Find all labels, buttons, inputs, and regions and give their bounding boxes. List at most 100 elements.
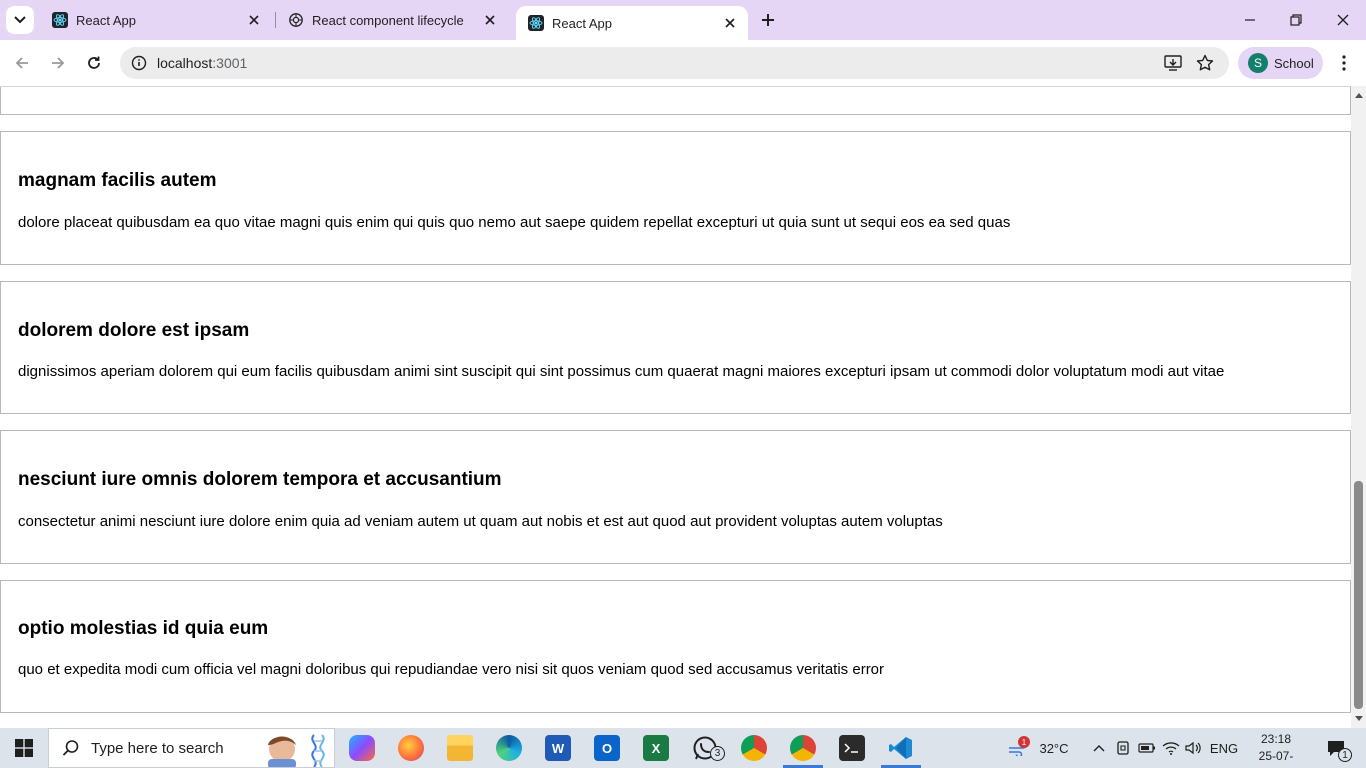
back-button[interactable] <box>8 49 36 77</box>
word-icon: W <box>545 735 571 761</box>
taskbar-vscode[interactable] <box>877 728 925 768</box>
clock-date: 25-07-2025 <box>1258 749 1294 768</box>
react-icon <box>52 12 68 28</box>
avatar: S <box>1248 53 1268 73</box>
network-tray[interactable] <box>1161 728 1181 768</box>
tab-react-app-1[interactable]: React App <box>40 0 272 40</box>
chrome-icon <box>741 735 767 761</box>
taskbar-outlook[interactable]: O <box>583 728 631 768</box>
windows-taskbar: Type here to search W O X 3 1 32°C ENG 2… <box>0 728 1366 768</box>
close-icon[interactable] <box>720 13 740 33</box>
firefox-icon <box>398 735 424 761</box>
more-vertical-icon <box>1342 55 1346 71</box>
taskbar-whatsapp[interactable]: 3 <box>681 728 729 768</box>
notification-center-button[interactable]: 1 <box>1318 728 1354 768</box>
forward-button[interactable] <box>44 49 72 77</box>
tab-react-app-active[interactable]: React App <box>516 6 748 40</box>
tab-title: React component lifecycle <box>312 12 464 28</box>
edge-icon <box>496 735 522 761</box>
battery-tray[interactable] <box>1137 728 1157 768</box>
plus-icon <box>762 14 774 26</box>
post-card <box>0 87 1351 115</box>
whatsapp-badge: 3 <box>710 746 725 761</box>
tab-title: React App <box>76 12 136 28</box>
reload-button[interactable] <box>80 49 108 77</box>
wifi-icon <box>1162 742 1180 755</box>
scroll-thumb[interactable] <box>1354 481 1363 709</box>
chrome-profile-icon <box>790 735 816 761</box>
chevron-down-icon <box>14 16 26 24</box>
taskbar-copilot[interactable] <box>338 728 386 768</box>
taskbar-clock[interactable]: 23:18 25-07-2025 <box>1246 731 1306 768</box>
taskbar-file-explorer[interactable] <box>436 728 484 768</box>
install-app-icon[interactable] <box>1162 53 1184 73</box>
clock-time: 23:18 <box>1260 732 1292 746</box>
post-title: dolorem dolore est ipsam <box>18 320 250 341</box>
temperature[interactable]: 32°C <box>1036 728 1072 768</box>
taskbar-edge[interactable] <box>485 728 533 768</box>
post-body: dignissimos aperiam dolorem qui eum faci… <box>18 363 1225 380</box>
scroll-up-arrow[interactable] <box>1351 88 1366 102</box>
taskbar-terminal[interactable] <box>828 728 876 768</box>
excel-icon: X <box>643 735 669 761</box>
post-card: optio molestias id quia eum quo et exped… <box>0 580 1351 713</box>
taskbar-search-box[interactable]: Type here to search <box>48 728 335 768</box>
volume-tray[interactable] <box>1184 728 1204 768</box>
window-close-button[interactable] <box>1320 0 1366 40</box>
post-body: dolore placeat quibusdam ea quo vitae ma… <box>18 214 1011 231</box>
windows-logo-icon <box>15 739 33 757</box>
close-icon <box>1337 14 1349 26</box>
url-host: localhost <box>157 55 213 71</box>
meet-now-tray[interactable] <box>1113 728 1133 768</box>
show-hidden-icons[interactable] <box>1090 728 1108 768</box>
close-icon[interactable] <box>480 10 500 30</box>
bookmark-star-icon[interactable] <box>1194 53 1216 73</box>
arrow-right-icon <box>52 57 65 69</box>
triangle-up-icon <box>1354 93 1363 98</box>
search-placeholder: Type here to search <box>91 739 224 757</box>
notification-badge: 1 <box>1338 748 1352 762</box>
taskbar-excel[interactable]: X <box>632 728 680 768</box>
taskbar-chrome[interactable] <box>730 728 778 768</box>
minimize-icon <box>1245 19 1255 21</box>
url-text[interactable]: localhost:3001 <box>157 55 247 71</box>
post-body: consectetur animi nesciunt iure dolore e… <box>18 513 943 530</box>
url-port: :3001 <box>212 55 248 71</box>
taskbar-chrome-profile[interactable] <box>779 728 827 768</box>
post-title: optio molestias id quia eum <box>18 618 269 639</box>
close-icon[interactable] <box>244 10 264 30</box>
browser-menu-button[interactable] <box>1330 49 1358 77</box>
taskbar-firefox[interactable] <box>387 728 435 768</box>
react-icon <box>528 15 544 31</box>
restore-button[interactable] <box>1273 0 1319 40</box>
tab-title: React App <box>552 15 612 31</box>
chevron-up-icon <box>1093 745 1105 752</box>
outlook-icon: O <box>594 735 620 761</box>
triangle-down-icon <box>1354 716 1363 721</box>
taskbar-word[interactable]: W <box>534 728 582 768</box>
browser-toolbar: localhost:3001 S School <box>0 40 1366 86</box>
weather-badge: 1 <box>1018 736 1030 748</box>
address-bar[interactable]: localhost:3001 <box>120 47 1229 79</box>
chatgpt-icon <box>288 12 304 28</box>
arrow-left-icon <box>15 57 28 69</box>
post-body: quo et expedita modi cum officia vel mag… <box>18 661 885 678</box>
browser-tab-strip: React App React component lifecycle Reac… <box>0 0 1366 40</box>
copilot-icon <box>349 735 375 761</box>
minimize-button[interactable] <box>1227 0 1273 40</box>
profile-name: School <box>1274 55 1314 71</box>
site-info-icon[interactable] <box>130 54 148 72</box>
new-tab-button[interactable] <box>756 8 780 32</box>
speaker-icon <box>1185 741 1201 755</box>
profile-button[interactable]: S School <box>1238 47 1323 79</box>
tab-react-lifecycle[interactable]: React component lifecycle <box>276 0 508 40</box>
start-button[interactable] <box>0 728 48 768</box>
tab-search-button[interactable] <box>6 6 34 34</box>
file-explorer-icon <box>447 735 473 761</box>
search-highlight-illustration-icon <box>268 734 325 767</box>
page-scrollbar[interactable] <box>1351 86 1366 728</box>
post-title: nesciunt iure omnis dolorem tempora et a… <box>18 469 502 490</box>
scroll-down-arrow[interactable] <box>1351 712 1366 726</box>
weather-widget[interactable]: 1 <box>1004 728 1034 768</box>
input-language[interactable]: ENG <box>1208 728 1240 768</box>
